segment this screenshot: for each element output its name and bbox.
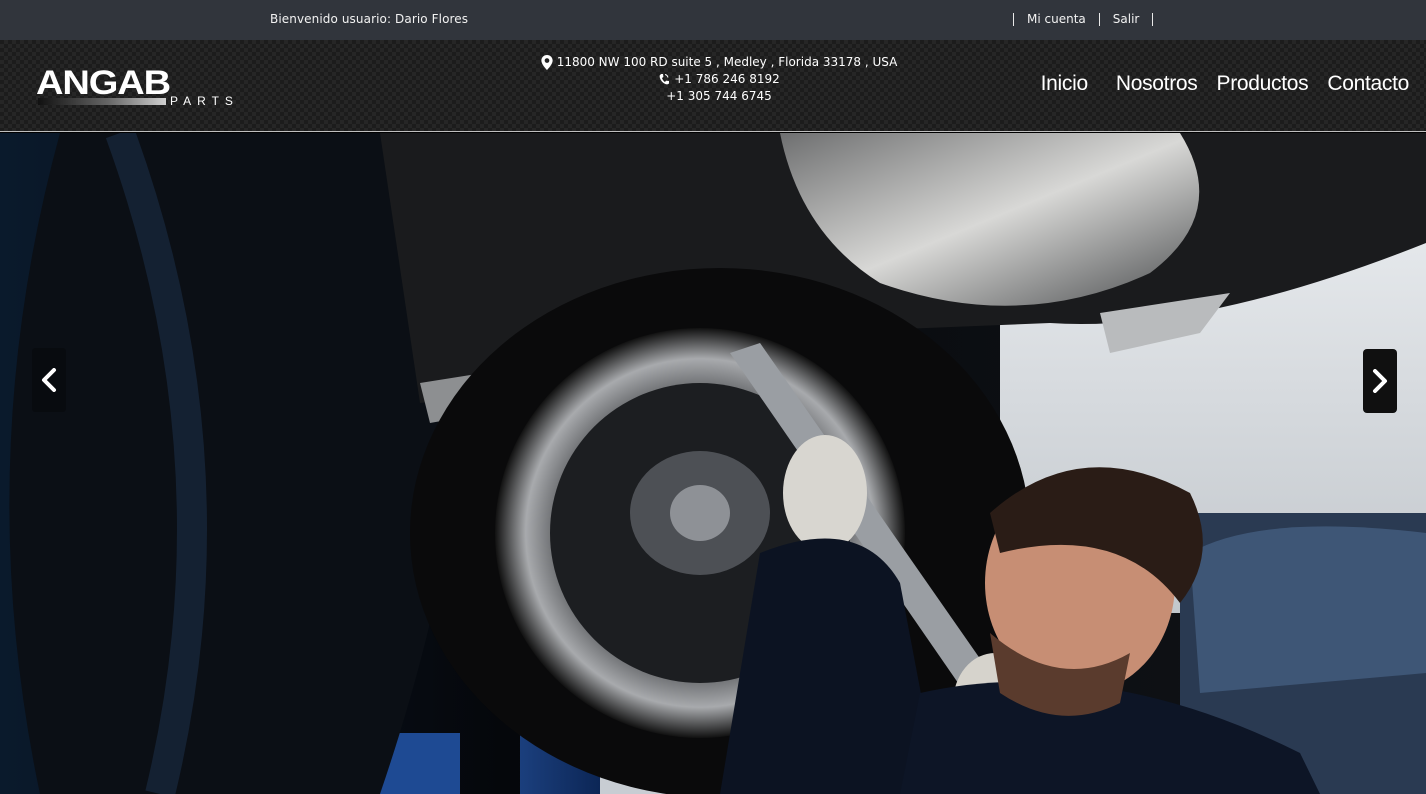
logo-stripe [38,98,166,105]
contact-info: 11800 NW 100 RD suite 5 , Medley , Flori… [518,54,920,105]
logout-link[interactable]: Salir [1100,12,1153,26]
logo-wordmark: ANGAB [36,64,171,102]
nav-productos[interactable]: Productos [1216,72,1308,96]
divider [1152,12,1154,26]
phone-number-2[interactable]: +1 305 744 6745 [666,88,771,105]
nav-nosotros[interactable]: Nosotros [1116,72,1198,96]
site-header: ANGAB PARTS 11800 NW 100 RD suite 5 , Me… [0,40,1426,132]
account-links: Mi cuenta Salir [1013,11,1154,27]
map-marker-icon [541,55,553,70]
nav-inicio[interactable]: Inicio [1041,72,1089,96]
hero-carousel [0,133,1426,794]
phone-icon [659,74,670,85]
welcome-message: Bienvenido usuario: Dario Flores [270,12,469,26]
carousel-next-button[interactable] [1363,349,1397,413]
main-nav: Inicio Nosotros Productos Contacto [1022,72,1410,96]
hero-image [0,133,1426,794]
chevron-left-icon [42,368,56,392]
chevron-right-icon [1373,369,1387,393]
phone-number-1[interactable]: +1 786 246 8192 [674,71,779,88]
logo-subtitle: PARTS [170,94,239,108]
carousel-prev-button[interactable] [32,348,66,412]
top-bar: Bienvenido usuario: Dario Flores Mi cuen… [0,0,1426,40]
address-text: 11800 NW 100 RD suite 5 , Medley , Flori… [556,55,898,69]
logo[interactable]: ANGAB PARTS [36,64,233,110]
nav-contacto[interactable]: Contacto [1327,72,1409,96]
my-account-link[interactable]: Mi cuenta [1014,12,1099,26]
